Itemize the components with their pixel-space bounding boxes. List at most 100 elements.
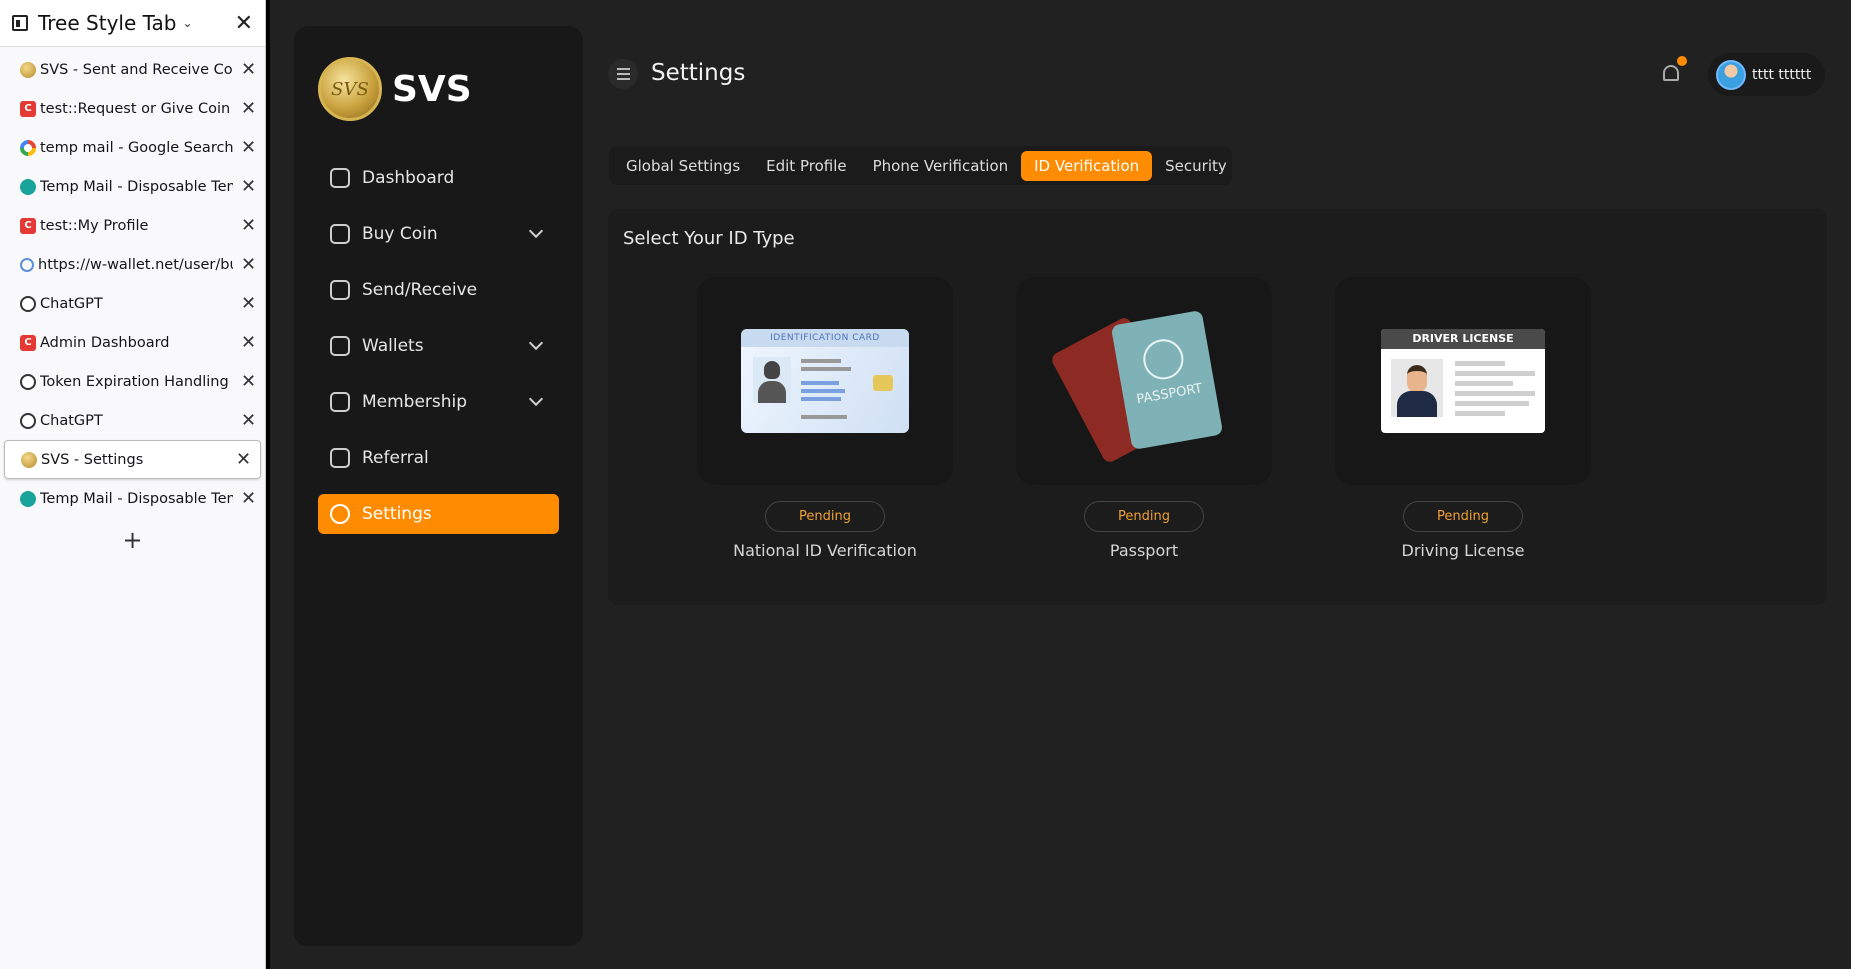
close-tab-icon[interactable]: ✕: [241, 371, 256, 392]
passport-cover-text: PASSPORT: [1135, 381, 1204, 408]
id-option-label: National ID Verification: [733, 541, 917, 560]
tst-header: Tree Style Tab ⌄ ✕: [0, 0, 265, 47]
google-icon: [20, 139, 36, 156]
close-tab-icon[interactable]: ✕: [241, 410, 256, 431]
card-line: [1455, 381, 1513, 386]
id-option-label: Driving License: [1401, 541, 1525, 560]
sidebar-item-buy-coin[interactable]: Buy Coin: [318, 214, 559, 254]
tst-title[interactable]: Tree Style Tab: [38, 11, 176, 35]
chevron-down-icon[interactable]: ⌄: [182, 16, 192, 30]
c-app-icon: C: [20, 217, 36, 234]
card-line: [1455, 371, 1535, 376]
tab-edit-profile[interactable]: Edit Profile: [753, 151, 859, 181]
browser-tab[interactable]: ChatGPT ✕: [0, 284, 265, 323]
browser-tab[interactable]: C Admin Dashboard ✕: [0, 323, 265, 362]
card-line: [1455, 401, 1529, 406]
tab-label: Temp Mail - Disposable Temp: [40, 178, 233, 195]
browser-tab[interactable]: Token Expiration Handling AP ✕: [0, 362, 265, 401]
sidebar-item-label: Dashboard: [362, 168, 455, 188]
badge-icon: [330, 392, 350, 412]
close-icon[interactable]: ✕: [235, 11, 253, 36]
browser-tab[interactable]: temp mail - Google Search ✕: [0, 128, 265, 167]
close-tab-icon[interactable]: ✕: [241, 332, 256, 353]
wallet-icon: [330, 336, 350, 356]
tab-label: temp mail - Google Search: [40, 139, 233, 156]
national-id-select-box[interactable]: IDENTIFICATION CARD: [697, 277, 953, 485]
card-line: [1455, 361, 1505, 366]
browser-tab[interactable]: https://w-wallet.net/user/buy ✕: [0, 245, 265, 284]
settings-tabs: Global Settings Edit Profile Phone Verif…: [609, 146, 1232, 185]
browser-tab[interactable]: SVS - Sent and Receive Coins ✕: [0, 50, 265, 89]
tab-label: https://w-wallet.net/user/buy: [38, 256, 233, 273]
close-tab-icon[interactable]: ✕: [241, 176, 256, 197]
tab-label: Token Expiration Handling AP: [40, 373, 233, 390]
browser-tab[interactable]: Temp Mail - Disposable Temp ✕: [0, 167, 265, 206]
close-tab-icon[interactable]: ✕: [241, 98, 256, 119]
sidebar-item-referral[interactable]: Referral: [318, 438, 559, 478]
openai-icon: [20, 373, 36, 390]
globe-icon: [1140, 336, 1187, 383]
chevron-down-icon: [528, 391, 544, 407]
browser-tab[interactable]: ChatGPT ✕: [0, 401, 265, 440]
id-card-illustration: IDENTIFICATION CARD: [741, 329, 909, 433]
close-tab-icon[interactable]: ✕: [241, 59, 256, 80]
card-line: [801, 397, 841, 401]
id-option-national: IDENTIFICATION CARD Pending National ID …: [697, 277, 953, 560]
sidebar-item-label: Buy Coin: [362, 224, 438, 244]
chevron-down-icon: [528, 223, 544, 239]
tab-label: SVS - Sent and Receive Coins: [40, 61, 233, 78]
page-title: Settings: [651, 60, 746, 86]
tab-id-verification[interactable]: ID Verification: [1021, 150, 1153, 181]
sidebar-item-label: Send/Receive: [362, 280, 478, 300]
sidebar-item-membership[interactable]: Membership: [318, 382, 559, 422]
close-tab-icon[interactable]: ✕: [241, 215, 256, 236]
browser-tab-active[interactable]: SVS - Settings ✕: [4, 440, 261, 479]
new-tab-button[interactable]: +: [0, 526, 265, 554]
id-option-driving-license: DRIVER LICENSE Pending Driving License: [1335, 277, 1591, 560]
sidebar-item-label: Membership: [362, 392, 468, 412]
card-line: [801, 367, 851, 371]
card-line: [801, 415, 847, 419]
close-tab-icon[interactable]: ✕: [236, 449, 251, 470]
tab-security[interactable]: Security: [1152, 151, 1240, 181]
id-verification-card: Select Your ID Type IDENTIFICATION CARD: [608, 209, 1827, 605]
sidebar-item-label: Referral: [362, 448, 429, 468]
close-tab-icon[interactable]: ✕: [241, 488, 256, 509]
tab-phone-verification[interactable]: Phone Verification: [860, 151, 1022, 181]
passport-illustration: PASSPORT: [1049, 309, 1229, 465]
screen: Tree Style Tab ⌄ ✕ SVS - Sent and Receiv…: [0, 0, 1851, 969]
sidebar-nav: Dashboard Buy Coin Send/Receive Wallets …: [294, 158, 583, 534]
app-main: SVS SVS Dashboard Buy Coin Send/Receive …: [270, 0, 1851, 969]
driving-license-select-box[interactable]: DRIVER LICENSE: [1335, 277, 1591, 485]
notification-bell-icon[interactable]: [1661, 56, 1687, 83]
close-tab-icon[interactable]: ✕: [241, 254, 256, 275]
close-tab-icon[interactable]: ✕: [241, 137, 256, 158]
tempmail-icon: [20, 490, 36, 507]
sidebar-item-wallets[interactable]: Wallets: [318, 326, 559, 366]
tab-label: test::Request or Give Coin: [40, 100, 231, 117]
hamburger-menu-button[interactable]: [608, 59, 638, 89]
close-tab-icon[interactable]: ✕: [241, 293, 256, 314]
tab-global-settings[interactable]: Global Settings: [613, 151, 753, 181]
browser-tab[interactable]: Ctest::My Profile ✕: [0, 206, 265, 245]
status-badge: Pending: [1084, 501, 1204, 532]
browser-tab[interactable]: Temp Mail - Disposable Temp ✕: [0, 479, 265, 518]
settings-icon: [330, 504, 350, 524]
svs-coin-icon: [21, 451, 37, 468]
sidebar-item-dashboard[interactable]: Dashboard: [318, 158, 559, 198]
card-line: [801, 381, 839, 385]
chip-icon: [873, 375, 893, 391]
sidebar-item-settings[interactable]: Settings: [318, 494, 559, 534]
notification-dot: [1677, 56, 1687, 66]
brand-logo[interactable]: SVS SVS: [294, 26, 583, 136]
driver-license-illustration: DRIVER LICENSE: [1381, 329, 1545, 433]
user-menu-button[interactable]: tttt tttttt: [1708, 53, 1825, 96]
browser-tab[interactable]: Ctest::Request or Give Coin ✕: [0, 89, 265, 128]
tab-list: SVS - Sent and Receive Coins ✕ Ctest::Req…: [0, 47, 265, 518]
person-photo-icon: [1391, 359, 1443, 417]
passport-select-box[interactable]: PASSPORT: [1016, 277, 1272, 485]
id-option-passport: PASSPORT Pending Passport: [1016, 277, 1272, 560]
sidebar-item-send-receive[interactable]: Send/Receive: [318, 270, 559, 310]
sidebar-item-label: Settings: [362, 504, 432, 524]
person-silhouette-icon: [753, 357, 791, 403]
